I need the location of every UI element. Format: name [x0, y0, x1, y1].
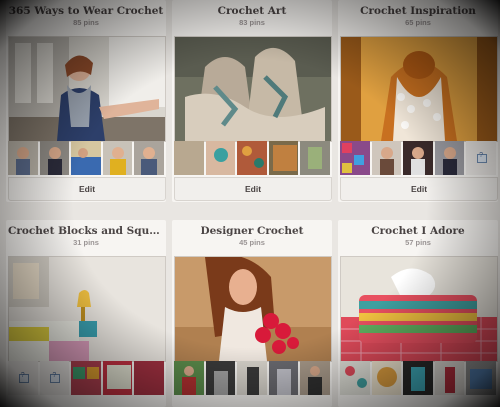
pin-count: 85 pins	[73, 18, 99, 27]
board-card[interactable]: 365 Ways to Wear Crochet 85 pins	[8, 5, 164, 27]
edit-board-button[interactable]: Edit	[8, 177, 166, 201]
thumbnail-placeholder	[8, 361, 38, 395]
board-card[interactable]: Crochet Blocks and Squar... 31 pins	[8, 225, 164, 247]
pin-count: 57 pins	[405, 238, 431, 247]
thumbnail[interactable]	[102, 141, 133, 175]
thumbnail[interactable]	[237, 141, 267, 175]
board-title[interactable]: 365 Ways to Wear Crochet	[8, 5, 164, 17]
question-mark-icon	[50, 372, 61, 383]
edit-board-button[interactable]: Edit	[174, 177, 332, 201]
thumbnail[interactable]	[268, 141, 299, 175]
board-cover-image[interactable]	[174, 256, 332, 362]
board-thumbnails	[174, 141, 330, 175]
question-mark-icon	[477, 152, 488, 163]
thumbnail[interactable]	[371, 141, 402, 175]
thumbnail[interactable]	[205, 361, 236, 395]
thumbnail[interactable]	[340, 141, 370, 175]
board-cover-image[interactable]	[340, 36, 498, 142]
thumbnail[interactable]	[403, 141, 433, 175]
thumbnail[interactable]	[39, 141, 70, 175]
board-title[interactable]: Crochet Inspiration	[340, 5, 496, 17]
board-cover-image[interactable]	[340, 256, 498, 362]
thumbnail[interactable]	[466, 361, 496, 395]
board-thumbnails	[8, 361, 164, 395]
thumbnail[interactable]	[434, 361, 465, 395]
thumbnail-placeholder	[39, 361, 70, 395]
board-card[interactable]: Crochet I Adore 57 pins	[340, 225, 496, 247]
board-thumbnails	[174, 361, 330, 395]
thumbnail-placeholder	[466, 141, 496, 175]
board-card[interactable]: Designer Crochet 45 pins	[174, 225, 330, 247]
pin-count: 83 pins	[239, 18, 265, 27]
board-thumbnails	[340, 361, 496, 395]
board-title[interactable]: Crochet Art	[174, 5, 330, 17]
pin-count: 65 pins	[405, 18, 431, 27]
board-thumbnails	[340, 141, 496, 175]
edit-board-button[interactable]: Edit	[340, 177, 498, 201]
board-thumbnails	[8, 141, 164, 175]
thumbnail[interactable]	[134, 141, 164, 175]
thumbnail[interactable]	[340, 361, 370, 395]
thumbnail[interactable]	[434, 141, 465, 175]
board-cover-image[interactable]	[8, 256, 166, 362]
board-cover-image[interactable]	[8, 36, 166, 142]
thumbnail[interactable]	[71, 361, 101, 395]
thumbnail[interactable]	[134, 361, 164, 395]
board-card[interactable]: Crochet Art 83 pins	[174, 5, 330, 27]
thumbnail[interactable]	[71, 141, 101, 175]
thumbnail[interactable]	[205, 141, 236, 175]
board-card[interactable]: Crochet Inspiration 65 pins	[340, 5, 496, 27]
thumbnail[interactable]	[371, 361, 402, 395]
pin-count: 31 pins	[73, 238, 99, 247]
thumbnail[interactable]	[268, 361, 299, 395]
thumbnail[interactable]	[300, 141, 330, 175]
board-title[interactable]: Designer Crochet	[174, 225, 330, 237]
thumbnail[interactable]	[8, 141, 38, 175]
thumbnail[interactable]	[174, 141, 204, 175]
pin-count: 45 pins	[239, 238, 265, 247]
thumbnail[interactable]	[300, 361, 330, 395]
thumbnail[interactable]	[237, 361, 267, 395]
question-mark-icon	[18, 372, 29, 383]
board-cover-image[interactable]	[174, 36, 332, 142]
thumbnail[interactable]	[403, 361, 433, 395]
board-title[interactable]: Crochet I Adore	[340, 225, 496, 237]
thumbnail[interactable]	[102, 361, 133, 395]
board-title[interactable]: Crochet Blocks and Squar...	[8, 225, 164, 237]
thumbnail[interactable]	[174, 361, 204, 395]
